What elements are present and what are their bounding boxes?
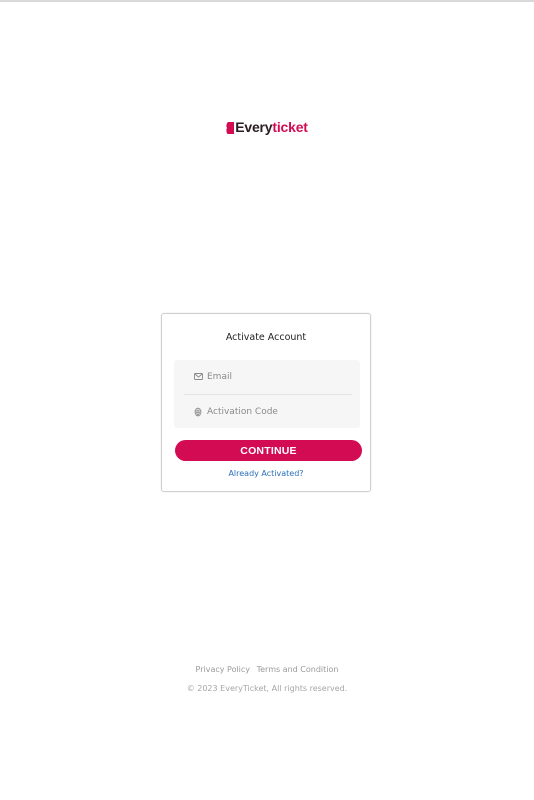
activation-code-input[interactable] [207,395,352,428]
privacy-policy-link[interactable]: Privacy Policy [196,665,251,674]
email-input[interactable] [207,360,352,393]
activate-account-card: Activate Account CONTINUE Already Activa [161,313,371,492]
already-activated-link[interactable]: Already Activated? [162,469,370,478]
logo-text-ticket: ticket [272,119,308,135]
logo-wordmark: Every ticket [226,118,308,136]
top-border [0,0,534,2]
copyright-text: © 2023 EveryTicket, All rights reserved. [186,684,348,693]
logo: Every ticket [0,118,534,136]
activation-code-field [174,395,360,428]
logo-text-every: Every [235,119,273,135]
continue-button[interactable]: CONTINUE [175,440,362,461]
footer-links: Privacy Policy Terms and Condition [0,665,534,674]
email-field [174,360,360,393]
card-title: Activate Account [225,332,307,343]
input-group [174,360,360,428]
mail-icon [193,372,203,382]
terms-link[interactable]: Terms and Condition [257,665,339,674]
ticket-logo-icon [226,122,235,134]
fingerprint-icon [193,407,203,417]
